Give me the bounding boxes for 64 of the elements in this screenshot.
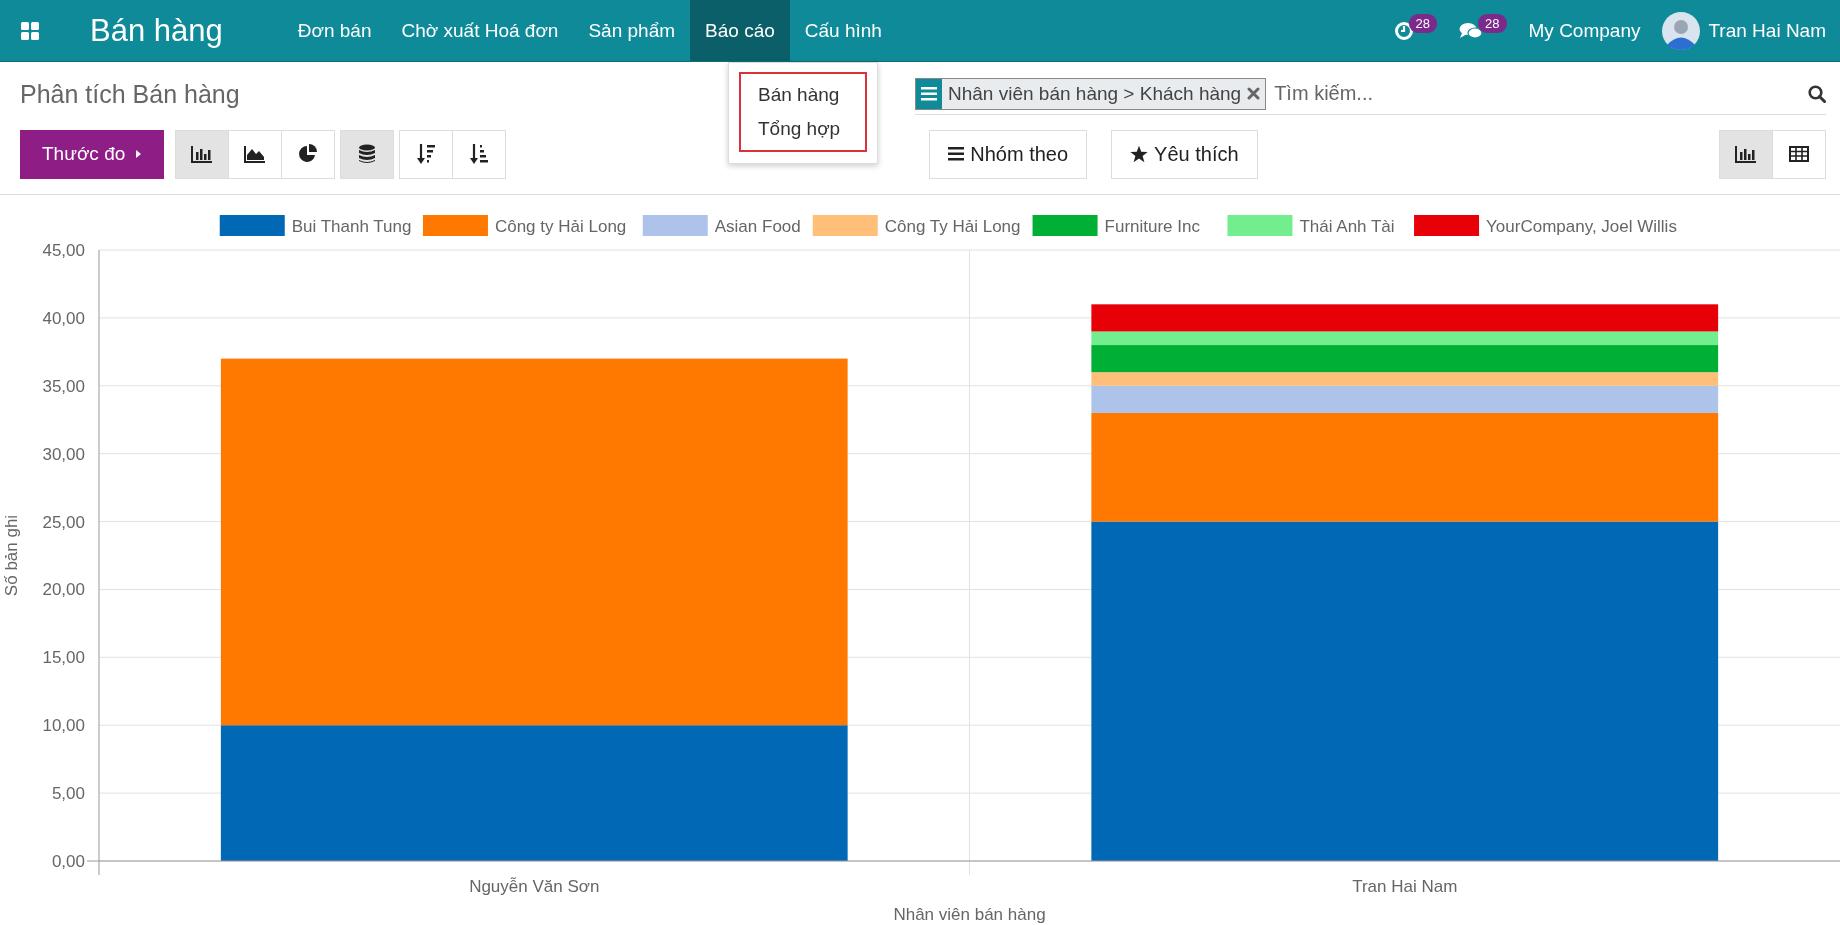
x-axis-title: Nhân viên bán hàng xyxy=(893,905,1046,924)
legend-label: Công Ty Hải Long xyxy=(884,217,1021,236)
y-tick-label: 0,00 xyxy=(51,852,85,871)
user-name[interactable]: Tran Hai Nam xyxy=(1708,19,1826,42)
clock-icon[interactable] xyxy=(1393,20,1414,41)
sort-descending-icon xyxy=(416,143,437,165)
view-switch-button[interactable] xyxy=(1772,129,1826,179)
star-icon xyxy=(1130,145,1149,163)
area-chart-icon xyxy=(244,145,267,163)
bar-chart-icon xyxy=(191,145,214,163)
list-icon xyxy=(921,86,937,101)
x-tick-label: Tran Hai Nam xyxy=(1352,877,1458,896)
search-facet[interactable]: Nhân viên bán hàng > Khách hàng xyxy=(915,77,1267,110)
legend-label: Furniture Inc xyxy=(1104,217,1200,236)
menu-item[interactable]: Sản phẩm xyxy=(573,0,691,61)
chart-type-button[interactable] xyxy=(281,129,336,179)
y-tick-label: 40,00 xyxy=(42,308,85,328)
legend-label: Thái Anh Tài xyxy=(1299,217,1395,236)
y-tick-label: 10,00 xyxy=(42,716,85,736)
message-count-badge: 28 xyxy=(1478,14,1507,33)
x-tick-label: Nguyễn Văn Sơn xyxy=(469,877,600,896)
group-button[interactable]: Nhóm theo xyxy=(929,129,1088,179)
dropdown-item[interactable]: Tổng hợp xyxy=(741,112,865,146)
y-tick-label: 5,00 xyxy=(51,784,85,804)
y-tick-label: 25,00 xyxy=(42,512,85,532)
favorite-button[interactable]: Yêu thích xyxy=(1111,129,1258,179)
legend-label: YourCompany, Joel Willis xyxy=(1486,217,1677,236)
caret-icon xyxy=(135,149,143,159)
menu-item[interactable]: Chờ xuất Hoá đơn xyxy=(386,0,574,61)
legend-label: Công ty Hải Long xyxy=(494,217,627,236)
y-tick-label: 30,00 xyxy=(42,444,85,464)
breadcrumb: Phân tích Bán hàng xyxy=(20,79,241,109)
table-icon xyxy=(1789,146,1809,162)
search-field[interactable]: Tìm kiếm... xyxy=(1272,81,1802,106)
list-icon xyxy=(948,147,965,161)
stacked-toggle[interactable] xyxy=(340,129,395,179)
chart-type-button[interactable] xyxy=(228,129,283,179)
y-axis-title: Số bản ghi xyxy=(2,514,21,597)
app-title[interactable]: Bán hàng xyxy=(90,12,223,49)
menu-item[interactable]: Báo cáo xyxy=(690,0,790,61)
dropdown-item[interactable]: Bán hàng xyxy=(741,78,865,112)
search-icon[interactable] xyxy=(1808,84,1826,103)
pie-chart-icon xyxy=(298,144,319,164)
activity-count-badge: 28 xyxy=(1408,14,1438,33)
view-switch-button[interactable] xyxy=(1719,129,1773,179)
menu-item[interactable]: Cấu hình xyxy=(789,0,897,61)
y-tick-label: 20,00 xyxy=(42,580,85,600)
y-tick-label: 35,00 xyxy=(42,376,85,396)
sort-descending-button[interactable] xyxy=(399,129,454,179)
measures-button[interactable]: Thước đo xyxy=(20,129,165,179)
sort-ascending-icon xyxy=(469,143,490,165)
chart-type-button[interactable] xyxy=(175,129,230,179)
avatar-icon[interactable] xyxy=(1662,11,1701,50)
sort-ascending-button[interactable] xyxy=(452,129,507,179)
menu-item[interactable]: Đơn bán xyxy=(282,0,387,61)
legend-label: Asian Food xyxy=(714,217,801,236)
company-switcher[interactable]: My Company xyxy=(1528,19,1641,42)
apps-menu-icon[interactable] xyxy=(21,21,39,40)
database-icon xyxy=(358,144,377,164)
y-tick-label: 15,00 xyxy=(42,648,85,668)
legend-label: Bui Thanh Tung xyxy=(291,217,412,236)
remove-icon[interactable] xyxy=(1247,87,1261,100)
y-tick-label: 45,00 xyxy=(42,241,85,260)
bar-chart-icon xyxy=(1735,145,1757,163)
